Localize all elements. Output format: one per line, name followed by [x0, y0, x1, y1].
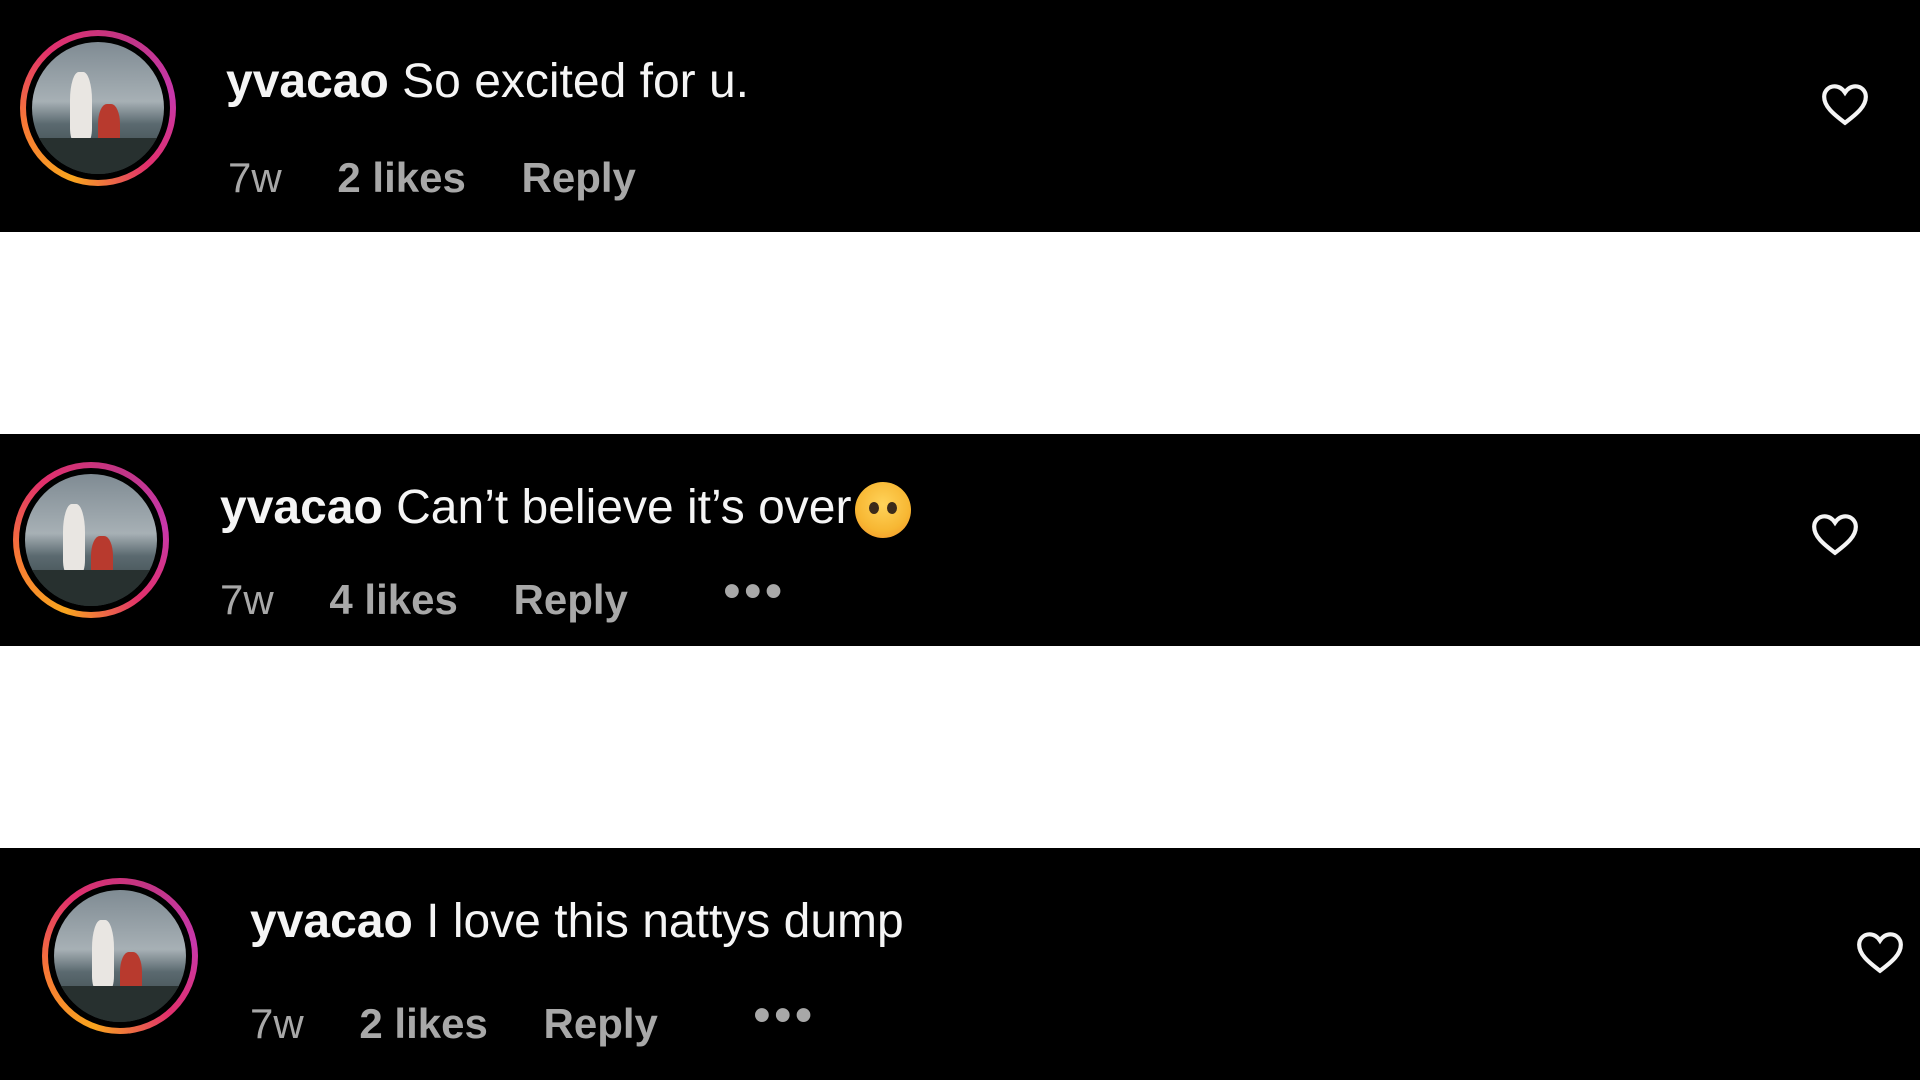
reply-button[interactable]: Reply	[544, 1000, 658, 1047]
heart-outline-icon[interactable]	[1810, 510, 1860, 556]
comment-username[interactable]: yvacao	[250, 895, 413, 948]
comment-item: yvacao So excited for u. 7w 2 likes Repl…	[0, 0, 1920, 232]
avatar[interactable]	[19, 468, 163, 612]
comment-text: I love this nattys dump	[426, 895, 904, 948]
heart-outline-icon[interactable]	[1820, 80, 1870, 126]
comment-time: 7w	[228, 154, 282, 201]
comment-text: Can’t believe it’s over	[396, 481, 852, 534]
comment-item: yvacao I love this nattys dump 7w 2 like…	[0, 848, 1920, 1080]
comment-item: yvacao Can’t believe it’s over 7w 4 like…	[0, 434, 1920, 646]
comment-likes[interactable]: 4 likes	[329, 576, 457, 623]
avatar[interactable]	[48, 884, 192, 1028]
avatar-story-ring[interactable]	[42, 878, 198, 1034]
comment-line: yvacao Can’t believe it’s over	[220, 478, 912, 539]
avatar-photo	[32, 42, 164, 174]
comment-username[interactable]: yvacao	[220, 481, 383, 534]
comment-time: 7w	[250, 1000, 304, 1047]
comment-meta: 7w 2 likes Reply •••	[250, 992, 860, 1050]
avatar[interactable]	[26, 36, 170, 180]
comment-meta: 7w 4 likes Reply •••	[220, 568, 830, 626]
comment-line: yvacao I love this nattys dump	[250, 892, 904, 952]
comment-line: yvacao So excited for u.	[226, 52, 749, 112]
comments-screenshot: yvacao So excited for u. 7w 2 likes Repl…	[0, 0, 1920, 1080]
comment-meta: 7w 2 likes Reply	[228, 152, 680, 204]
heart-outline-icon[interactable]	[1855, 928, 1905, 974]
comment-likes[interactable]: 2 likes	[337, 154, 465, 201]
avatar-story-ring[interactable]	[20, 30, 176, 186]
avatar-photo	[54, 890, 186, 1022]
comment-time: 7w	[220, 576, 274, 623]
more-options-icon[interactable]: •••	[724, 568, 786, 616]
pleading-tears-emoji-icon	[855, 482, 912, 539]
reply-button[interactable]: Reply	[514, 576, 628, 623]
avatar-story-ring[interactable]	[13, 462, 169, 618]
comment-username[interactable]: yvacao	[226, 55, 389, 108]
comment-text: So excited for u.	[402, 55, 749, 108]
reply-button[interactable]: Reply	[522, 154, 636, 201]
comment-likes[interactable]: 2 likes	[359, 1000, 487, 1047]
avatar-photo	[25, 474, 157, 606]
more-options-icon[interactable]: •••	[754, 992, 816, 1040]
